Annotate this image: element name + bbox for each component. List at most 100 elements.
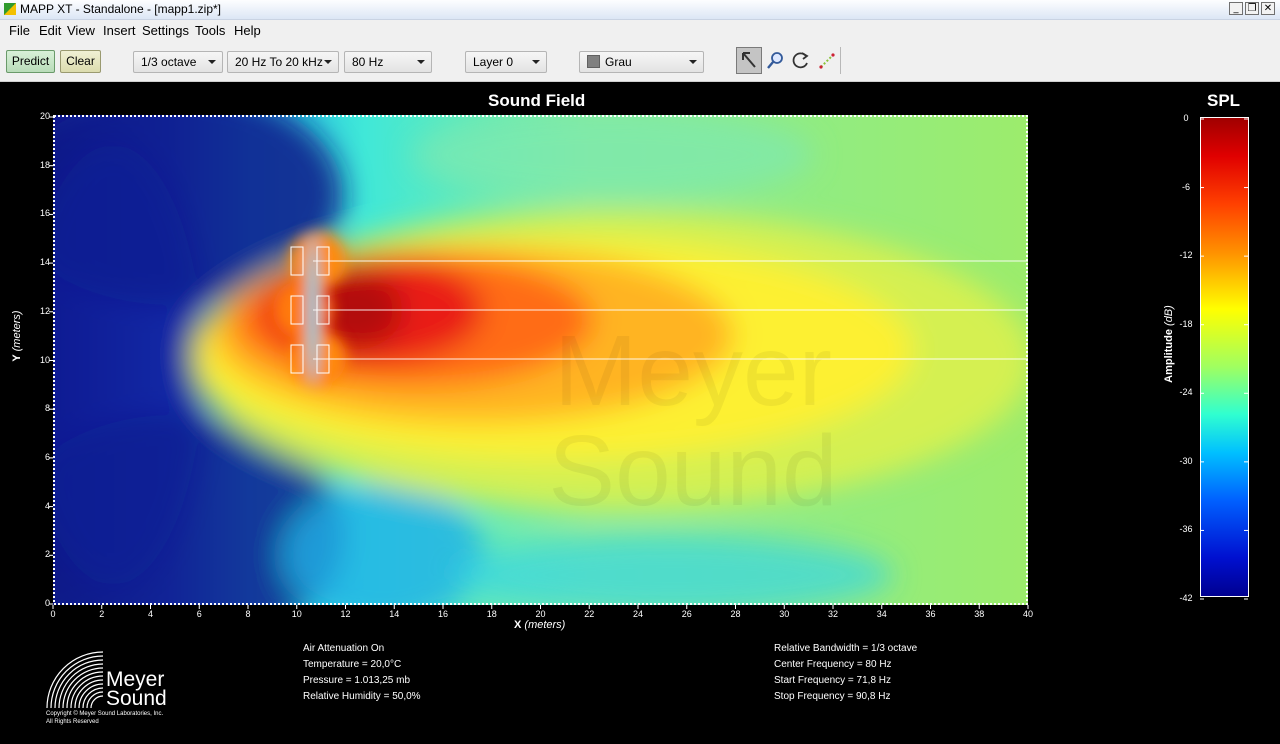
color-scheme-select[interactable]: Grau [579,51,704,73]
x-tick-label: 28 [730,609,741,619]
frequency-value: 80 Hz [352,55,384,69]
air-attenuation-text: Air Attenuation On [303,643,385,654]
y-tick-label: 18 [39,159,50,170]
menu-tools[interactable]: Tools [195,23,225,38]
x-axis-unit: (meters) [524,619,566,631]
x-axis-label: X (meters) [514,619,565,631]
bandwidth-text: Relative Bandwidth = 1/3 octave [774,643,918,654]
x-axis-label-text: X [514,619,522,631]
y-tick-label: 16 [39,208,50,219]
menu-settings-label: Settings [142,23,189,38]
colorbar-tick-label: -6 [1181,181,1190,192]
x-tick-label: 12 [340,609,351,619]
clear-button[interactable]: Clear [60,50,101,73]
select-tool-button[interactable] [736,47,762,74]
menu-file-label: File [9,23,30,38]
range-select[interactable]: 20 Hz To 20 kHz [227,51,339,73]
center-frequency-text: Center Frequency = 80 Hz [774,659,892,670]
x-tick-label: 16 [437,609,448,619]
x-tick-label: 22 [584,609,595,619]
restore-button[interactable]: ❐ [1245,2,1259,15]
temperature-text: Temperature = 20,0°C [303,659,402,670]
y-tick-label: 6 [44,451,50,462]
menu-file[interactable]: File [9,23,30,38]
x-tick-label: 8 [245,609,251,619]
menu-settings[interactable]: Settings [142,23,189,38]
y-tick-label: 20 [39,111,50,121]
chevron-down-icon [324,60,332,64]
window-title: MAPP XT - Standalone - [mapp1.zip*] [20,2,221,16]
colorbar-tick-label: -42 [1179,593,1193,603]
x-tick-label: 2 [99,609,105,619]
menu-edit[interactable]: Edit [39,23,61,38]
close-button[interactable]: ✕ [1261,2,1275,15]
pressure-text: Pressure = 1.013,25 mb [303,675,411,686]
y-tick-label: 2 [44,549,50,560]
colorbar-tick-label: -24 [1179,387,1193,398]
start-frequency-text: Start Frequency = 71,8 Hz [774,675,892,686]
layer-select[interactable]: Layer 0 [465,51,547,73]
colorbar-tick-label: -12 [1179,250,1193,261]
stop-frequency-text: Stop Frequency = 90,8 Hz [774,691,891,702]
logo-copyright: Copyright © Meyer Sound Laboratories, In… [46,711,164,717]
select-arrow-icon [742,52,756,68]
colorbar-tick-label: -18 [1179,318,1193,329]
colorbar-unit: (dB) [1163,305,1175,326]
axis-ticks [49,116,1029,609]
colorbar-ticks [1200,118,1248,600]
x-tick-label: 30 [779,609,790,619]
chevron-down-icon [417,60,425,64]
frequency-select[interactable]: 80 Hz [344,51,432,73]
x-tick-label: 6 [196,609,202,619]
colorbar-label-text: Amplitude [1163,329,1175,383]
menu-bar: File Edit View Insert Settings Tools Hel… [0,20,1280,41]
y-tick-label: 14 [39,257,50,268]
x-tick-label: 18 [486,609,497,619]
y-tick-label: 12 [39,305,50,316]
humidity-text: Relative Humidity = 50,0% [303,691,421,702]
menu-insert-label: Insert [103,23,136,38]
x-tick-label: 10 [291,609,302,619]
menu-tools-label: Tools [195,23,226,38]
x-tick-label: 26 [681,609,692,619]
rotate-icon [792,52,809,69]
zoom-tool-button[interactable] [762,47,788,74]
menu-view[interactable]: View [67,23,95,38]
predict-button[interactable]: Predict [6,50,55,73]
color-swatch-icon [587,55,600,68]
colorbar-title: SPL [1207,91,1241,110]
zoom-icon [767,52,783,69]
measure-icon [819,53,835,69]
measure-tool-button[interactable] [814,47,840,74]
x-tick-label: 40 [1022,609,1033,619]
x-tick-label: 34 [876,609,887,619]
y-tick-label: 8 [44,403,50,414]
layer-value: Layer 0 [473,55,514,69]
x-tick-label: 0 [50,609,56,619]
chevron-down-icon [532,60,540,64]
toolbar-separator [840,47,841,74]
x-tick-label: 32 [827,609,838,619]
chevron-down-icon [208,60,216,64]
chevron-down-icon [689,60,697,64]
minimize-button[interactable]: _ [1229,2,1243,15]
rotate-tool-button[interactable] [788,47,814,74]
logo-waves-icon [46,651,104,709]
toolbar: Predict Clear 1/3 octave 20 Hz To 20 kHz… [0,41,1280,82]
menu-insert[interactable]: Insert [103,23,136,38]
logo-line2: Sound [106,687,167,710]
y-tick-label: 4 [44,500,50,511]
x-tick-label: 20 [535,609,546,619]
logo-rights: All Rights Reserved [46,719,99,725]
colorbar-tick-label: 0 [1183,113,1189,123]
colorbar-axis-label: Amplitude (dB) [1163,294,1175,394]
menu-edit-label: Edit [39,23,62,38]
y-axis-unit: (meters) [11,310,23,352]
menu-view-label: View [67,23,95,38]
title-bar: MAPP XT - Standalone - [mapp1.zip*] _ ❐ … [0,0,1280,20]
x-tick-label: 36 [925,609,936,619]
color-scheme-value: Grau [605,55,632,69]
app-icon [4,3,16,15]
bandwidth-select[interactable]: 1/3 octave [133,51,223,73]
menu-help[interactable]: Help [234,23,261,38]
